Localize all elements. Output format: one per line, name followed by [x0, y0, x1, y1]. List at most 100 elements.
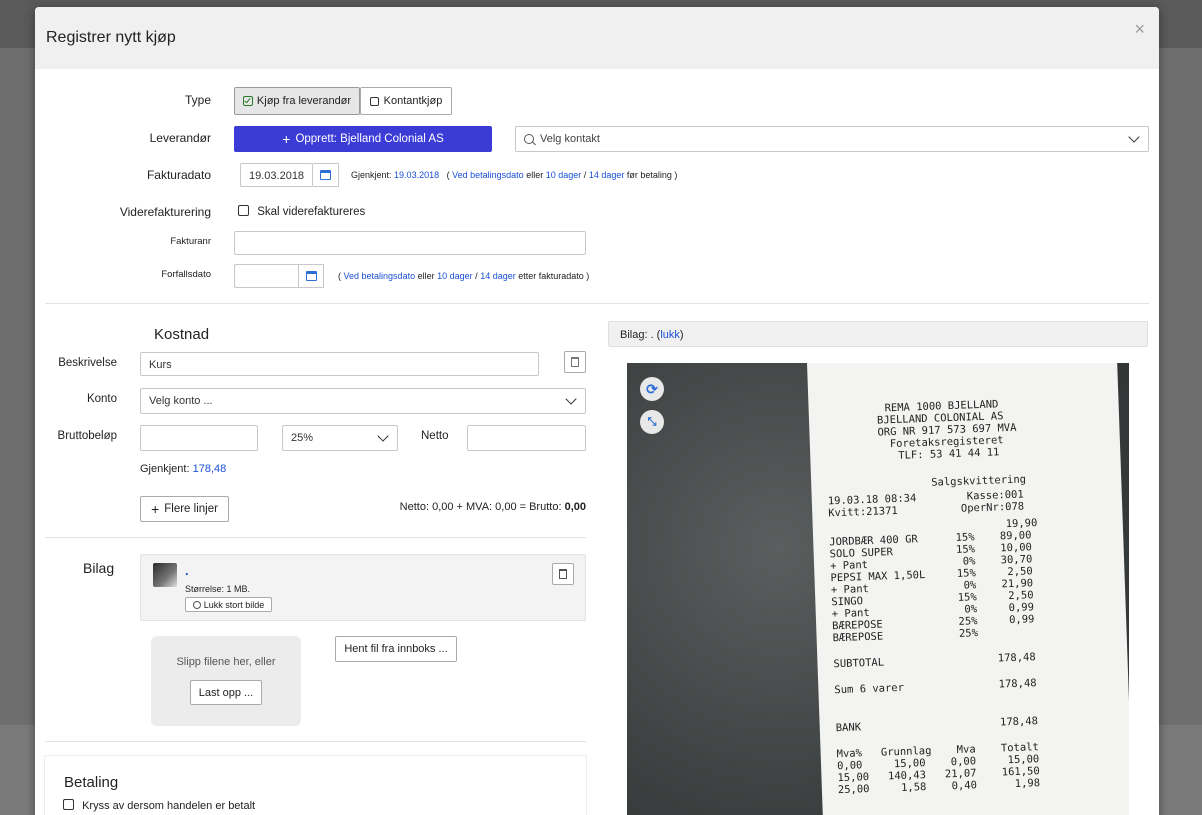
recognized-prefix: Gjenkjent: [351, 170, 392, 180]
invoice-no-input[interactable] [234, 231, 586, 255]
vat-value: 25% [291, 432, 314, 444]
account-select[interactable]: Velg konto ... [140, 388, 586, 414]
more-lines-button[interactable]: + Flere linjer [140, 496, 229, 522]
due-date-input[interactable] [234, 264, 300, 288]
type-supplier-label: Kjøp fra leverandør [256, 95, 352, 107]
rebilling-label: Viderefakturering [119, 205, 211, 219]
gross-input[interactable] [140, 425, 258, 451]
payment-panel: Betaling Kryss av dersom handelen er bet… [45, 756, 586, 815]
delete-line-button[interactable] [564, 351, 586, 373]
create-supplier-button[interactable]: + Opprett: Bjelland Colonial AS [234, 126, 492, 152]
paid-checkbox-label: Kryss av dersom handelen er betalt [82, 800, 256, 812]
close-big-image-button[interactable]: Lukk stort bilde [185, 597, 272, 612]
suffix-text: før betaling ) [626, 170, 678, 180]
due-date-label: Forfallsdato [161, 269, 211, 280]
contact-select[interactable]: Velg kontakt [515, 126, 1149, 152]
checkbox-icon [369, 96, 379, 106]
recognized-date-link[interactable]: 19.03.2018 [394, 170, 439, 180]
suffix-text: etter fakturadato ) [518, 271, 590, 281]
ten-days-link[interactable]: 10 dager [437, 271, 473, 281]
account-label: Konto [86, 393, 117, 405]
receipt-image: ⟳ ⤡ REMA 1000 BJELLAND BJELLAND COLONIAL … [627, 363, 1129, 815]
net-label: Netto [421, 430, 449, 442]
paren-open: ( [338, 271, 341, 281]
type-supplier-button[interactable]: Kjøp fra leverandør [234, 87, 360, 115]
payment-heading: Betaling [64, 774, 119, 791]
recognized-amount-link[interactable]: 178,48 [193, 463, 227, 475]
attachment-thumbnail[interactable] [153, 563, 177, 587]
checkbox-icon [238, 205, 249, 216]
invoice-date-hint: Gjenkjent: 19.03.2018 ( Ved betalingsdat… [351, 170, 677, 180]
section-divider [45, 537, 586, 538]
close-icon[interactable]: × [1134, 19, 1145, 40]
invoice-no-label: Fakturanr [170, 236, 211, 247]
attachment-heading: Bilag [83, 560, 115, 576]
upload-button[interactable]: Last opp ... [190, 680, 262, 705]
preview-close-link[interactable]: lukk [660, 329, 680, 341]
slash-text: / [475, 271, 478, 281]
rebilling-checkbox[interactable]: Skal viderefaktureres [238, 205, 365, 218]
or-text: eller [526, 170, 544, 180]
section-divider [45, 741, 586, 742]
recognized-amount: Gjenkjent: 178,48 [140, 463, 226, 475]
due-date-hint: ( Ved betalingsdato eller 10 dager / 14 … [338, 271, 589, 281]
dropzone[interactable]: Slipp filene her, eller Last opp ... [151, 636, 301, 726]
vat-select[interactable]: 25% [282, 425, 398, 451]
dropzone-text: Slipp filene her, eller [176, 656, 276, 668]
modal-title: Registrer nytt kjøp [46, 29, 176, 46]
search-icon [524, 134, 536, 146]
net-input[interactable] [467, 425, 586, 451]
attachment-card: . Størrelse: 1 MB. Lukk stort bilde [140, 554, 586, 621]
trash-icon [559, 569, 567, 579]
on-payment-date-link[interactable]: Ved betalingsdato [452, 170, 524, 180]
supplier-label: Leverandør [149, 131, 211, 145]
checkbox-icon [63, 799, 74, 810]
fourteen-days-link[interactable]: 14 dager [589, 170, 625, 180]
cost-summary: Netto: 0,00 + MVA: 0,00 = Brutto: 0,00 [365, 501, 586, 513]
invoice-date-input[interactable]: 19.03.2018 [240, 163, 313, 187]
plus-icon: + [282, 131, 291, 147]
cost-summary-text: Netto: 0,00 + MVA: 0,00 = Brutto: [399, 501, 562, 513]
receipt-paper: REMA 1000 BJELLAND BJELLAND COLONIAL AS OR… [807, 363, 1129, 815]
contact-placeholder: Velg kontakt [540, 133, 600, 145]
create-supplier-label: Opprett: Bjelland Colonial AS [295, 133, 444, 145]
paid-checkbox[interactable]: Kryss av dersom handelen er betalt [63, 799, 255, 812]
preview-label-end: ) [679, 329, 684, 341]
paren-open: ( [446, 170, 450, 180]
fetch-from-inbox-button[interactable]: Hent fil fra innboks ... [335, 636, 457, 662]
more-lines-label: Flere linjer [164, 503, 218, 515]
close-big-image-label: Lukk stort bilde [203, 599, 265, 610]
description-input[interactable]: Kurs [140, 352, 539, 376]
calendar-icon[interactable] [313, 163, 339, 187]
description-label: Beskrivelse [58, 357, 117, 369]
collapse-icon[interactable]: ⤡ [640, 410, 664, 434]
register-purchase-modal: Registrer nytt kjøp × Type Kjøp fra leve… [35, 7, 1159, 815]
recognized-prefix: Gjenkjent: [140, 463, 190, 475]
on-payment-date-link[interactable]: Ved betalingsdato [344, 271, 416, 281]
rebilling-checkbox-label: Skal viderefaktureres [257, 206, 366, 218]
cost-heading: Kostnad [154, 326, 210, 343]
trash-icon [571, 357, 579, 367]
gross-label: Bruttobeløp [57, 430, 117, 442]
section-divider [45, 303, 1149, 304]
plus-icon: + [151, 501, 160, 517]
receipt-line: TLF: 53 41 44 11 [898, 446, 1000, 462]
fourteen-days-link[interactable]: 14 dager [480, 271, 516, 281]
chevron-down-icon [1128, 131, 1140, 143]
chevron-down-icon [377, 430, 389, 442]
attachment-file-link[interactable]: . [185, 563, 189, 578]
type-cash-button[interactable]: Kontantkjøp [360, 87, 452, 115]
preview-header: Bilag: . (lukk) [608, 321, 1148, 347]
type-label: Type [184, 93, 211, 107]
rotate-icon[interactable]: ⟳ [640, 377, 664, 401]
delete-attachment-button[interactable] [552, 563, 574, 585]
receipt-line: Salgskvittering [931, 473, 1027, 489]
slash-text: / [583, 170, 587, 180]
preview-label: Bilag: . ( [620, 329, 661, 341]
attachment-size: Størrelse: 1 MB. [185, 584, 251, 594]
receipt-line: Sum 6 varer 178,48 [834, 677, 1037, 697]
account-placeholder: Velg konto ... [149, 395, 213, 407]
chevron-down-icon [565, 393, 577, 405]
calendar-icon[interactable] [298, 264, 324, 288]
ten-days-link[interactable]: 10 dager [546, 170, 582, 180]
